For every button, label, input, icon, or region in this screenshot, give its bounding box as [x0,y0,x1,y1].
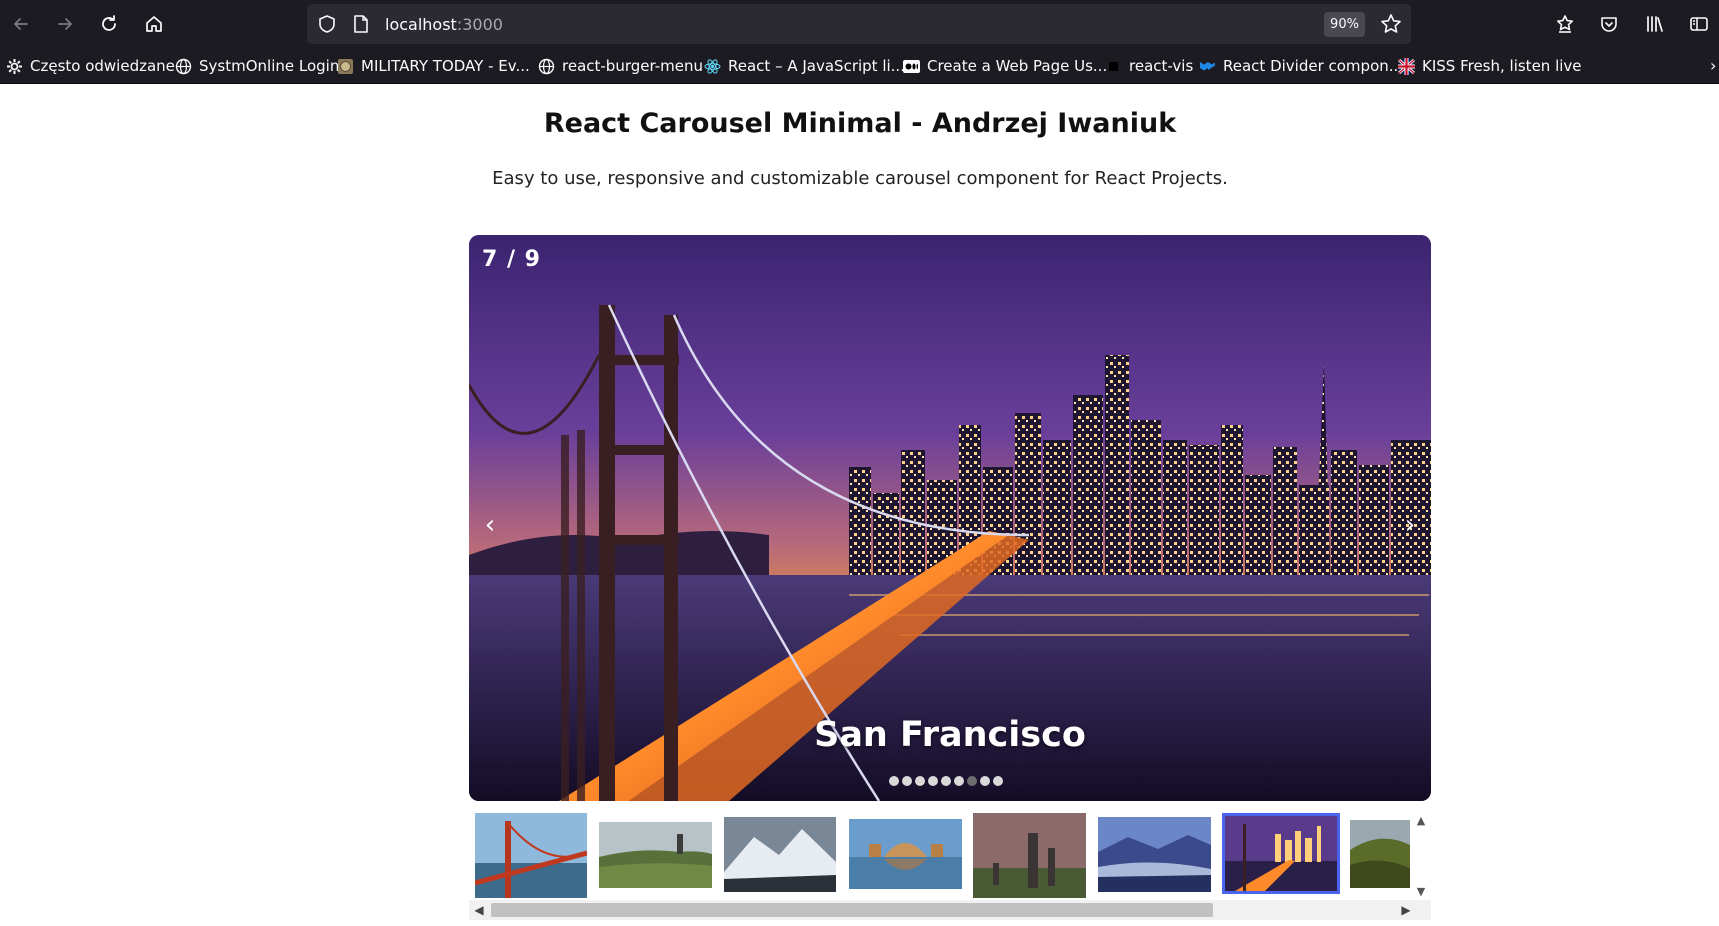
bookmark-kiss-fresh[interactable]: KISS Fresh, listen live [1398,56,1582,76]
medium-icon [903,58,920,75]
mui-icon [1199,58,1216,75]
scrollbar-thumb[interactable] [491,903,1213,917]
react-icon [704,58,721,75]
carousel-dot[interactable] [954,776,964,786]
url-port: :3000 [456,15,503,34]
bookmark-react-divider[interactable]: React Divider compon... [1199,56,1403,76]
shield-icon[interactable] [317,14,337,34]
palace-reflection-thumbnail[interactable] [849,819,962,889]
back-button[interactable] [6,9,36,39]
home-button[interactable] [139,9,169,39]
slide-caption: San Francisco [814,715,1086,755]
bookmarks-bar: Często odwiedzane SystmOnline Login MILI… [0,48,1719,84]
star-download-icon [1557,15,1573,33]
bookmark-military-today[interactable]: MILITARY TODAY - Ev... [337,56,530,76]
military-icon [337,58,354,75]
globe-icon [538,58,555,75]
library-button[interactable] [1640,9,1670,39]
thumbnail-horizontal-scrollbar[interactable]: ◀ ▶ [469,900,1431,920]
san-francisco-thumbnail-active[interactable] [1222,813,1340,894]
pocket-icon [1601,17,1617,32]
carousel[interactable]: 7 / 9 ‹ › San Francisco [469,235,1431,801]
bookmark-label: Create a Web Page Us... [927,57,1108,75]
square-icon [1105,58,1122,75]
carousel-dot[interactable] [889,776,899,786]
arrow-left-icon [14,18,28,30]
scroll-right-chevron-icon[interactable]: ▶ [1399,903,1413,917]
url-text[interactable]: localhost:3000 [385,15,503,34]
bookmark-systmonline[interactable]: SystmOnline Login [175,56,339,76]
carousel-dot[interactable] [928,776,938,786]
carousel-dot-active[interactable] [967,776,977,786]
bookmark-czesto-odwiedzane[interactable]: Często odwiedzane [6,56,175,76]
pocket-save-button[interactable] [1550,9,1580,39]
carousel-dot[interactable] [980,776,990,786]
carousel-dots [889,776,1003,786]
snowy-mountain-thumbnail[interactable] [724,817,836,892]
arrow-right-icon [58,18,72,30]
bookmark-label: React – A JavaScript li... [728,57,905,75]
carousel-dot[interactable] [941,776,951,786]
url-host: localhost [385,15,457,34]
carousel-prev-button[interactable]: ‹ [477,512,503,538]
slide-counter: 7 / 9 [482,247,541,272]
bookmark-label: MILITARY TODAY - Ev... [361,57,530,75]
gear-icon [6,58,23,75]
green-hills-thumbnail[interactable] [1350,820,1410,888]
home-icon [146,16,162,32]
standing-stones-thumbnail[interactable] [973,813,1086,898]
globe-icon [175,58,192,75]
url-bar[interactable]: localhost:3000 90% [307,4,1411,44]
carousel-dot[interactable] [902,776,912,786]
bookmark-react-burger-menu[interactable]: react-burger-menu [538,56,703,76]
bookmark-react-docs[interactable]: React – A JavaScript li... [704,56,905,76]
bookmark-label: react-vis [1129,57,1194,75]
scroll-down-chevron-icon[interactable]: ▼ [1415,885,1427,898]
bookmark-label: SystmOnline Login [199,57,340,75]
bookmark-label: Często odwiedzane [30,57,175,75]
scroll-up-chevron-icon[interactable]: ▲ [1415,814,1427,827]
bookmark-create-web-page[interactable]: Create a Web Page Us... [903,56,1107,76]
carousel-dot[interactable] [915,776,925,786]
golden-gate-thumbnail[interactable] [475,813,587,898]
misty-mountains-thumbnail[interactable] [1098,817,1211,892]
browser-toolbar: localhost:3000 90% [0,0,1719,48]
bookmark-react-vis[interactable]: react-vis [1105,56,1193,76]
carousel-next-button[interactable]: › [1397,512,1423,538]
zoom-indicator[interactable]: 90% [1324,12,1365,37]
forward-button[interactable] [50,9,80,39]
page-icon[interactable] [352,14,370,34]
reload-button[interactable] [94,9,124,39]
thumbnail-strip[interactable]: ▲ ▼ ◀ ▶ [469,812,1431,920]
bookmark-label: React Divider compon... [1223,57,1404,75]
scotland-hills-thumbnail[interactable] [599,822,712,888]
bookmark-label: KISS Fresh, listen live [1422,57,1582,75]
page-title: React Carousel Minimal - Andrzej Iwaniuk [543,108,1177,139]
bookmark-star-icon[interactable] [1380,13,1402,35]
scroll-left-chevron-icon[interactable]: ◀ [472,903,486,917]
carousel-dot[interactable] [993,776,1003,786]
bookmark-label: react-burger-menu [562,57,703,75]
thumbnail-vertical-scrollbar[interactable]: ▲ ▼ [1411,812,1431,900]
sidebar-button[interactable] [1684,9,1714,39]
reload-icon [102,15,116,31]
bookmarks-overflow-chevron-icon[interactable]: › [1710,56,1716,75]
sidebar-icon [1690,17,1708,31]
library-icon [1647,16,1663,32]
page-subtitle: Easy to use, responsive and customizable… [492,168,1228,189]
uk-flag-icon [1398,57,1415,75]
pocket-button[interactable] [1594,9,1624,39]
